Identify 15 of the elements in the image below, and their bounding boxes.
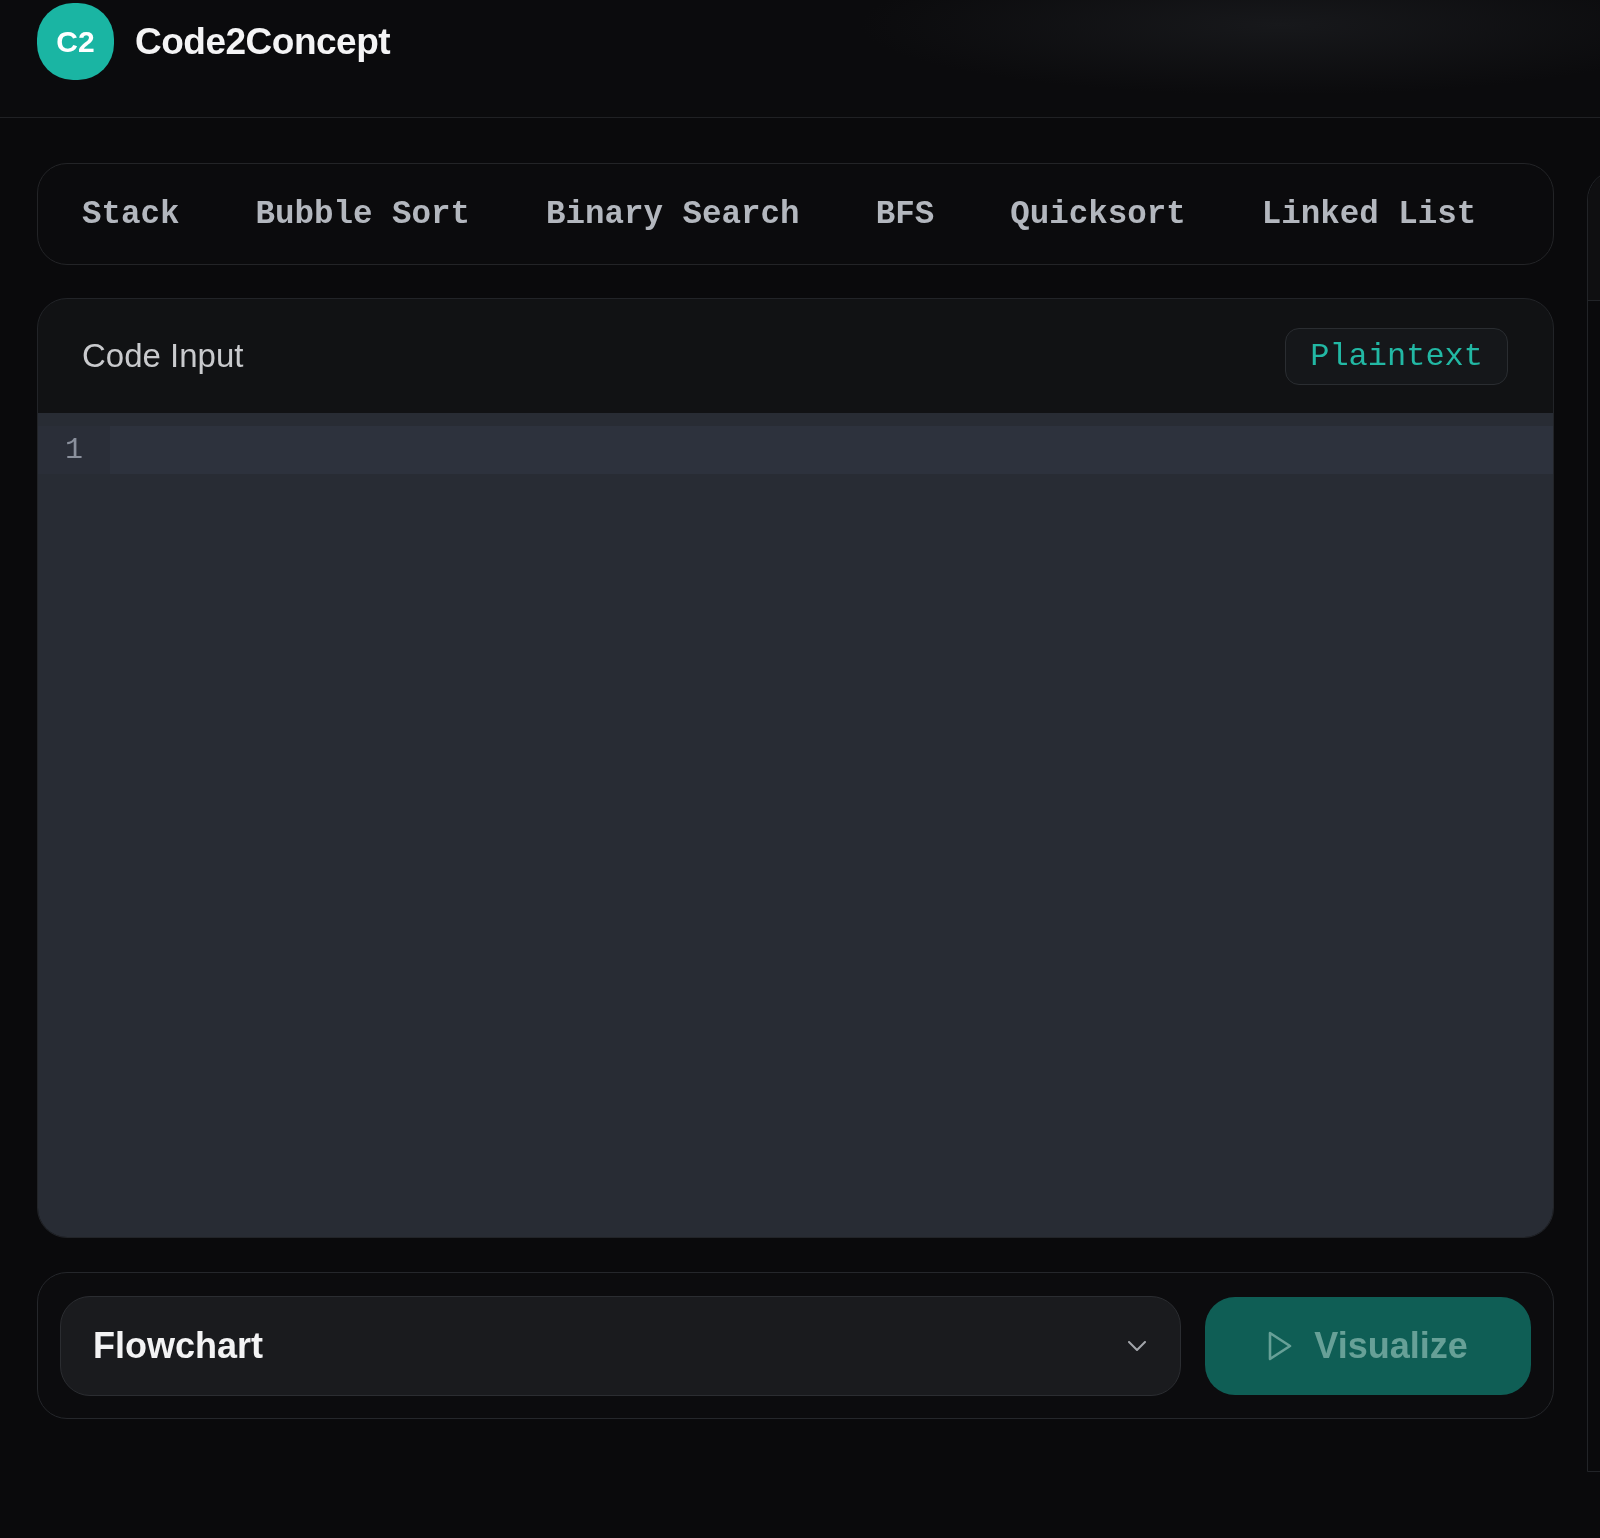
example-tab[interactable]: Bubble Sort xyxy=(217,183,509,245)
example-tab[interactable]: Quicksort xyxy=(972,183,1224,245)
line-number: 1 xyxy=(38,426,110,474)
example-tab[interactable]: Linked List xyxy=(1223,183,1515,245)
panel-title: Code Input xyxy=(82,337,244,375)
language-badge: Plaintext xyxy=(1285,327,1508,385)
example-tab[interactable]: BFS xyxy=(837,183,973,245)
diagram-type-select[interactable]: Flowchart xyxy=(60,1295,1181,1396)
example-tab[interactable]: Stack xyxy=(44,183,218,245)
app-title: Code2Concept xyxy=(135,20,391,64)
example-tab[interactable]: Binary Search xyxy=(508,183,838,245)
logo-badge: C2 xyxy=(37,3,114,80)
play-icon xyxy=(1268,1330,1293,1361)
code-editor[interactable]: 1 xyxy=(38,413,1553,1237)
chevron-down-icon xyxy=(1128,1340,1146,1351)
